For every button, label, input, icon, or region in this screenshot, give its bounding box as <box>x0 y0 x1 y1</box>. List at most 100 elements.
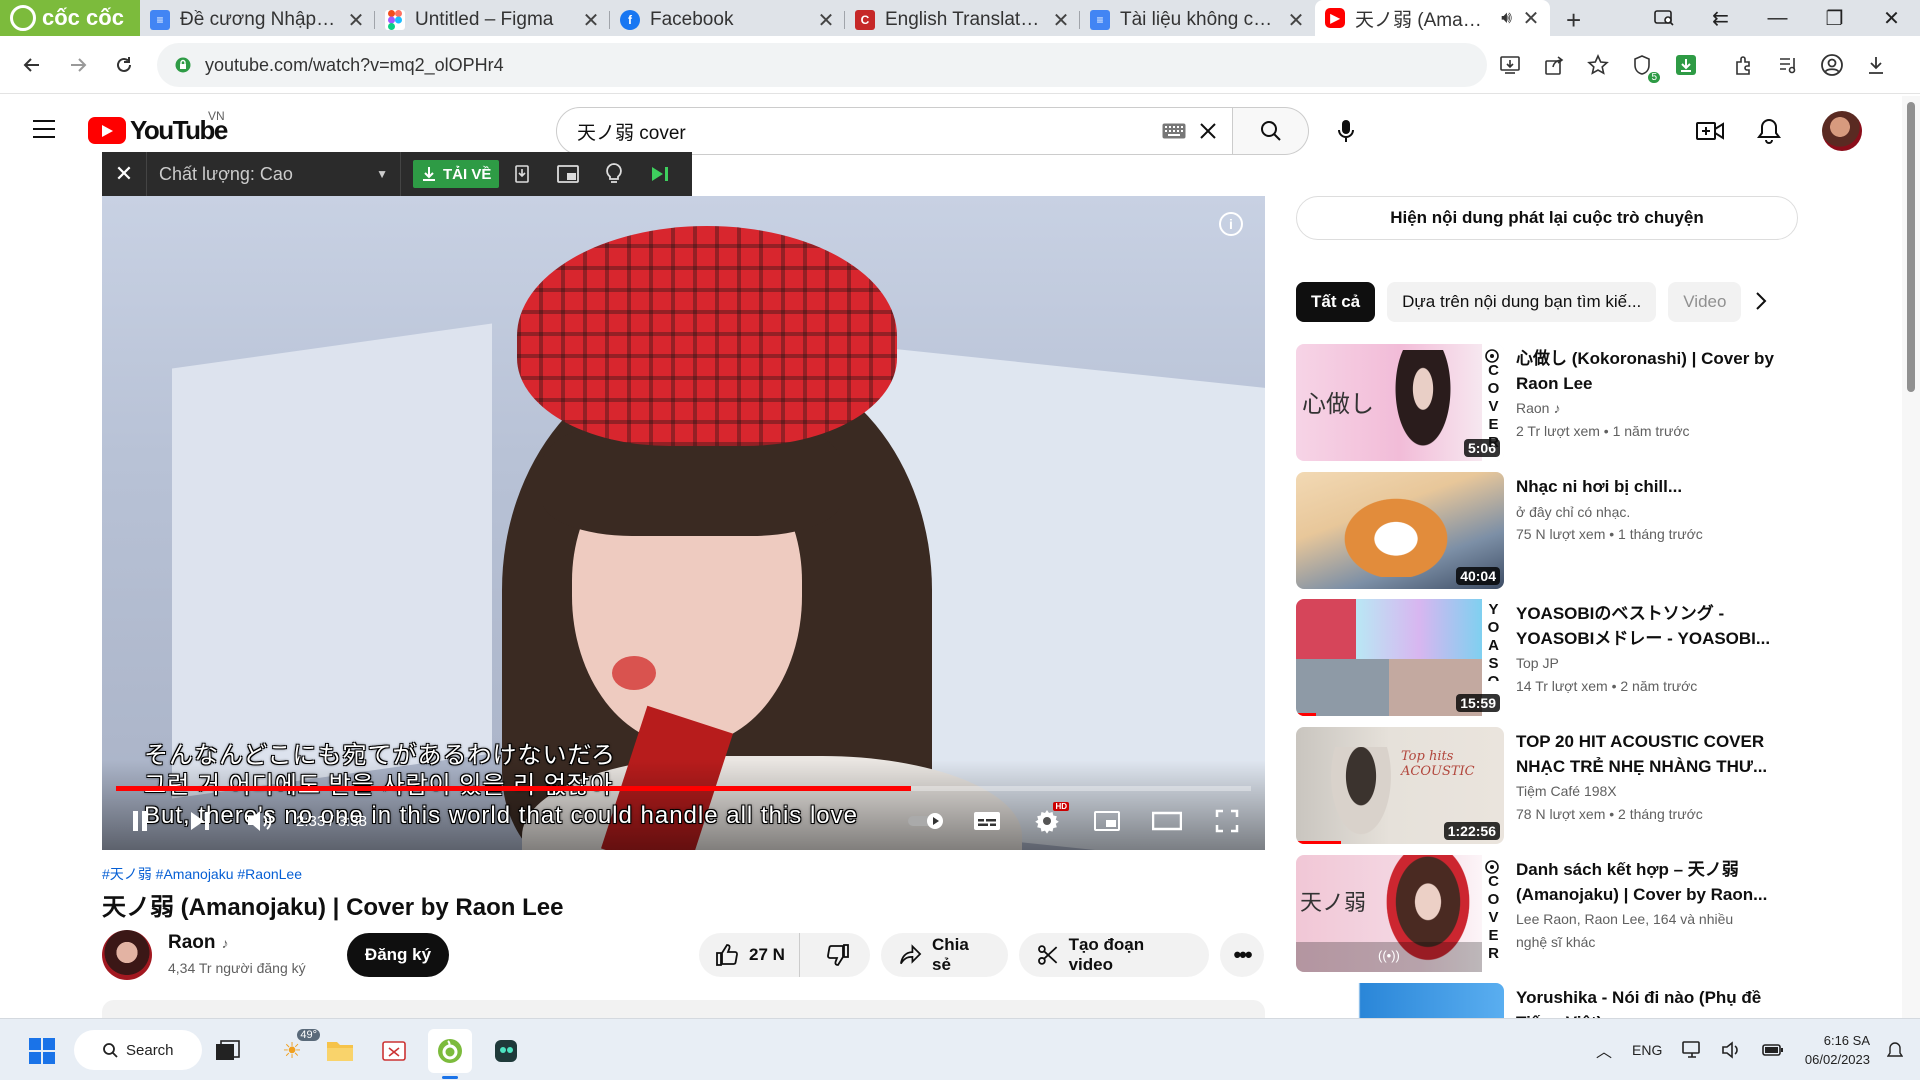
maximize-button[interactable]: ❐ <box>1806 0 1863 36</box>
dislike-button[interactable] <box>810 943 866 967</box>
video-thumbnail[interactable]: Top hits ACOUSTIC 1:22:56 <box>1296 727 1504 844</box>
settings-button[interactable]: HD <box>1017 796 1077 846</box>
video-thumbnail[interactable]: 15:59 <box>1296 599 1504 716</box>
subtitles-button[interactable] <box>957 796 1017 846</box>
video-thumbnail[interactable]: 心做し 5:06 <box>1296 344 1504 461</box>
snipping-tool-icon[interactable] <box>372 1029 416 1073</box>
new-tab-button[interactable]: + <box>1550 4 1597 36</box>
coccoc-brand[interactable]: cốc cốc <box>0 0 140 36</box>
task-view-icon[interactable] <box>206 1029 250 1073</box>
share-icon[interactable] <box>1532 43 1576 87</box>
more-actions-button[interactable]: ••• <box>1220 933 1264 977</box>
battery-icon[interactable] <box>1762 1043 1784 1057</box>
close-icon[interactable]: ✕ <box>817 8 835 33</box>
download-button[interactable]: TẢI VỀ <box>413 160 500 188</box>
page-scrollbar[interactable] <box>1902 96 1920 1018</box>
speaker-icon[interactable]: 🔊︎ <box>1501 8 1512 28</box>
tab-figma[interactable]: Untitled – Figma ✕ <box>375 4 610 36</box>
extensions-puzzle-icon[interactable] <box>1722 43 1766 87</box>
forward-button[interactable] <box>56 43 100 87</box>
taskbar-search[interactable]: Search <box>74 1030 202 1070</box>
account-avatar[interactable] <box>1818 107 1866 155</box>
theater-mode-button[interactable] <box>1137 796 1197 846</box>
tab-english-translation[interactable]: C English Translation c ✕ <box>845 4 1080 36</box>
reload-button[interactable] <box>102 43 146 87</box>
notifications-bell-icon[interactable] <box>1745 107 1793 155</box>
chip-all[interactable]: Tất cả <box>1296 282 1376 322</box>
clip-button[interactable]: Tạo đoạn video <box>1019 933 1209 977</box>
savior-download-icon[interactable] <box>1664 43 1708 87</box>
tab-facebook[interactable]: f Facebook ✕ <box>610 4 845 36</box>
downloads-icon[interactable] <box>1854 43 1898 87</box>
like-button[interactable]: 27 N <box>699 933 800 977</box>
tab-docs-outline[interactable]: ≡ Đề cương Nhập môn ✕ <box>140 4 375 36</box>
back-button[interactable] <box>10 43 54 87</box>
share-button[interactable]: Chia sẻ <box>881 933 1008 977</box>
video-hashtags[interactable]: #天ノ弱 #Amanojaku #RaonLee <box>102 864 302 884</box>
channel-name-row[interactable]: Raon ♪ <box>168 932 229 954</box>
search-input[interactable]: 天ノ弱 cover <box>556 107 1233 155</box>
notification-bell-icon[interactable] <box>1880 1029 1910 1073</box>
close-icon[interactable]: ✕ <box>347 8 365 33</box>
recommendation-item[interactable]: 15:59 YOASOBI YOASOBIのベストソング - YOASOBIメド… <box>1296 599 1796 717</box>
chevron-right-icon[interactable] <box>1754 290 1768 312</box>
adblock-shield-icon[interactable]: 5 <box>1620 43 1664 87</box>
save-to-device-icon[interactable] <box>499 152 545 196</box>
show-chat-replay-button[interactable]: Hiện nội dung phát lại cuộc trò chuyện <box>1296 196 1798 240</box>
youtube-logo[interactable]: YouTube VN <box>88 109 228 146</box>
description-box[interactable] <box>102 1000 1265 1020</box>
video-player[interactable]: i そんなんどこにも宛てがあるわけないだろ 그런 거 어디에도 받을 사람이 있… <box>102 196 1265 850</box>
bookmark-star-icon[interactable] <box>1576 43 1620 87</box>
taskbar-clock[interactable]: 6:16 SA 06/02/2023 <box>1805 1031 1870 1069</box>
media-control-icon[interactable] <box>1766 43 1810 87</box>
menu-hamburger-icon[interactable] <box>32 119 56 139</box>
chip-video[interactable]: Video <box>1668 282 1742 322</box>
subscribe-button[interactable]: Đăng ký <box>347 933 449 977</box>
network-icon[interactable] <box>1682 1041 1702 1059</box>
voice-search-mic-icon[interactable] <box>1322 107 1370 155</box>
chip-related-search[interactable]: Dựa trên nội dung bạn tìm kiế... <box>1387 282 1657 322</box>
close-downloader-icon[interactable]: ✕ <box>102 161 146 187</box>
close-icon[interactable]: ✕ <box>1522 6 1540 31</box>
close-icon[interactable]: ✕ <box>582 8 600 33</box>
input-language[interactable]: ENG <box>1632 1042 1662 1058</box>
chevron-up-icon[interactable]: ︿ <box>1596 1038 1612 1062</box>
video-thumbnail[interactable]: 40:04 <box>1296 472 1504 589</box>
close-icon[interactable]: ✕ <box>1287 8 1305 33</box>
channel-avatar[interactable] <box>102 930 152 980</box>
recommendation-item[interactable]: Top hits ACOUSTIC 1:22:56 TOP 20 HIT ACO… <box>1296 727 1796 845</box>
coccoc-taskbar-icon[interactable] <box>428 1029 472 1079</box>
search-button[interactable] <box>1233 107 1309 155</box>
minimize-button[interactable]: — <box>1749 0 1806 36</box>
fullscreen-button[interactable] <box>1197 796 1257 846</box>
close-window-button[interactable]: ✕ <box>1863 0 1920 36</box>
video-thumbnail[interactable] <box>1296 983 1504 1018</box>
volume-icon[interactable] <box>1722 1041 1742 1059</box>
windows-start-icon[interactable] <box>20 1029 64 1073</box>
skip-next-icon[interactable] <box>637 152 683 196</box>
install-app-icon[interactable] <box>1488 43 1532 87</box>
url-field[interactable]: youtube.com/watch?v=mq2_olOPHr4 <box>157 43 1487 87</box>
back-history-icon[interactable]: ⇇ <box>1692 0 1749 36</box>
picture-in-picture-icon[interactable] <box>545 152 591 196</box>
progress-bar[interactable] <box>116 786 1251 791</box>
keyboard-icon[interactable] <box>1162 123 1186 139</box>
app-icon[interactable] <box>484 1029 528 1073</box>
miniplayer-button[interactable] <box>1077 796 1137 846</box>
pause-button[interactable] <box>110 796 170 846</box>
recommendation-item[interactable]: 40:04 Nhạc ni hơi bị chill... ở đây chỉ … <box>1296 472 1796 590</box>
tab-search-icon[interactable] <box>1635 0 1692 36</box>
autoplay-toggle[interactable] <box>897 796 957 846</box>
volume-button[interactable] <box>230 796 290 846</box>
quality-select[interactable]: Chất lượng: Cao ▼ <box>146 152 401 196</box>
profile-icon[interactable] <box>1810 43 1854 87</box>
tab-untitled-doc[interactable]: ≡ Tài liệu không có tiê ✕ <box>1080 4 1315 36</box>
video-thumbnail[interactable]: 天ノ弱 ((•)) <box>1296 855 1504 972</box>
file-explorer-icon[interactable] <box>318 1029 362 1073</box>
scrollbar-thumb[interactable] <box>1907 102 1915 392</box>
recommendation-item[interactable]: Yorushika - Nói đi nào (Phụ đề Tiếng Việ… <box>1296 983 1796 1018</box>
clear-search-icon[interactable] <box>1198 121 1218 141</box>
next-button[interactable] <box>170 796 230 846</box>
recommendation-item[interactable]: 天ノ弱 ((•)) COVER Danh sách kết hợp – 天ノ弱 … <box>1296 855 1796 973</box>
tab-youtube-active[interactable]: ▶ 天ノ弱 (Amanoja 🔊︎ ✕ <box>1315 0 1550 36</box>
